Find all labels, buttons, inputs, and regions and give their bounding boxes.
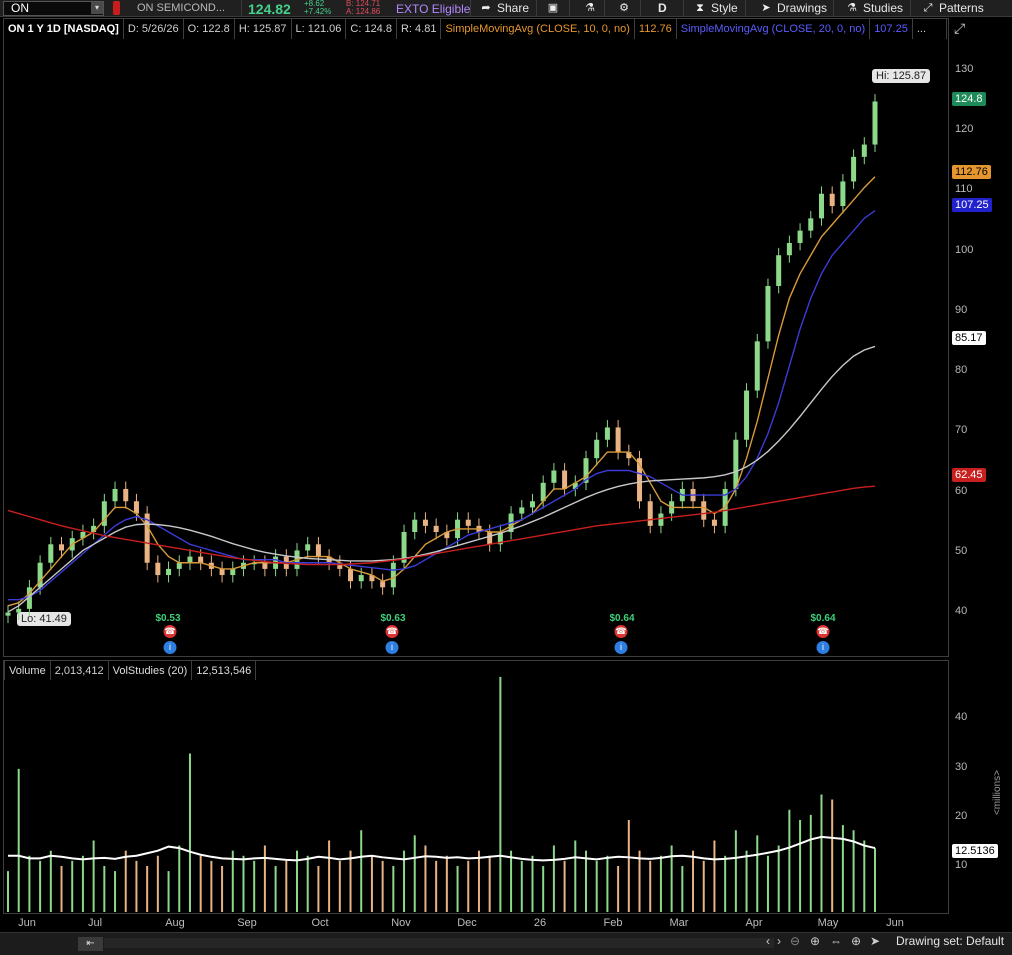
price-candle [786,242,792,256]
price-candle [315,544,321,557]
crosshair-icon[interactable]: ⊕ [851,934,861,948]
price-candle [16,608,22,613]
price-candle [840,181,846,207]
price-candle [59,544,65,551]
price-candle [861,144,867,157]
price-candle [808,218,814,231]
price-candle [776,255,782,286]
price-candle [380,581,386,588]
price-candle [604,427,610,440]
price-candle [433,525,439,532]
price-candle [733,439,739,489]
price-candle [166,568,172,576]
price-candle [711,519,717,526]
drawing-set-selector[interactable]: Drawing set: Default [896,934,1004,948]
price-candle [230,568,236,576]
price-candle [529,501,535,508]
price-candle [112,488,118,502]
price-candle [48,544,54,563]
price-candle [594,439,600,459]
price-candle [562,470,568,489]
price-candle [5,612,11,616]
price-candle [390,562,396,588]
price-candle [155,562,161,576]
price-candle [754,341,760,391]
price-candle [305,544,311,551]
volume-average-line [8,835,876,862]
scroll-start-button[interactable]: ⇤ [78,937,103,951]
price-candle [765,286,771,342]
price-candle [412,519,418,532]
price-candle [829,193,835,207]
price-candle [176,562,182,569]
price-candle [123,488,129,502]
price-candle [219,568,225,576]
sma-red-line [7,485,876,566]
chart-canvas [5,94,878,912]
scroll-left-icon[interactable]: ‹ [766,934,770,948]
price-candle [851,156,857,182]
price-candle [615,427,621,453]
scroll-right-icon[interactable]: › [777,934,781,948]
pan-icon[interactable]: ⇔ [830,934,842,948]
price-candle [133,501,139,514]
price-candle [744,390,750,440]
zoom-in-icon[interactable]: ⊕ [810,934,820,948]
price-candle [465,519,471,526]
price-candle [187,556,193,563]
price-candle [551,470,557,483]
price-candle [797,230,803,243]
price-candle [872,101,878,145]
price-candle [519,507,525,514]
zoom-out-icon[interactable]: ⊖ [790,934,800,948]
price-candle [422,519,428,526]
price-candle [701,501,707,520]
price-candle [818,193,824,219]
price-candle [487,532,493,545]
chart-scrollbar[interactable] [104,938,774,948]
price-candle [358,575,364,582]
price-candle [348,568,354,582]
price-candle [262,562,268,569]
pointer-icon[interactable]: ➤ [870,934,880,948]
price-candle [658,513,664,526]
price-candle [198,556,204,563]
price-candle [647,501,653,526]
